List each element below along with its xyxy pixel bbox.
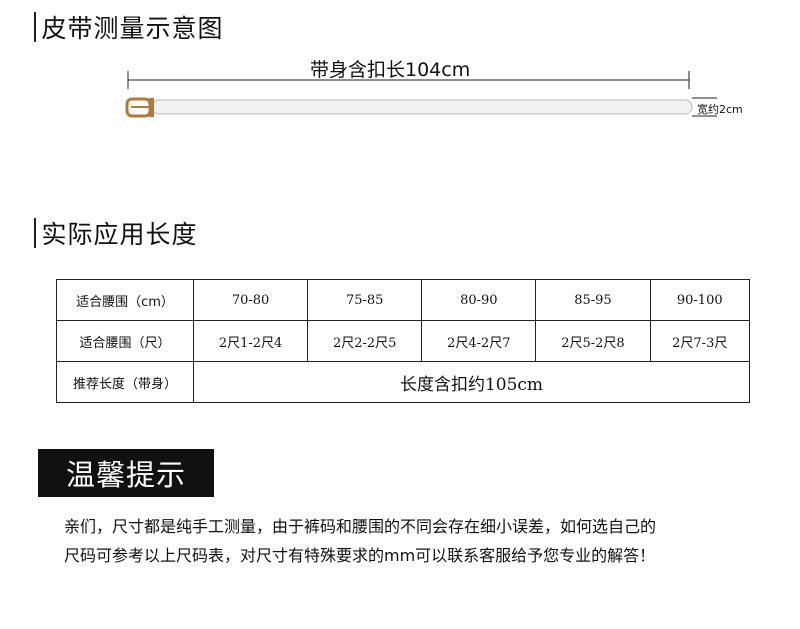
header-accent-bar xyxy=(34,218,36,248)
table-cell: 2尺7-3尺 xyxy=(649,320,750,362)
section-belt-diagram-header: 皮带测量示意图 xyxy=(34,9,224,45)
table-cell: 90-100 xyxy=(649,279,750,321)
table-cell: 70-80 xyxy=(192,279,309,321)
belt-length-label: 带身含扣长104cm xyxy=(310,59,471,81)
table-cell: 2尺4-2尺7 xyxy=(421,320,537,362)
row-header: 推荐长度（带身） xyxy=(56,361,194,403)
table-cell: 75-85 xyxy=(307,279,423,321)
belt-buckle-icon xyxy=(125,97,154,118)
tips-line: 亲们，尺寸都是纯手工测量，由于裤码和腰围的不同会存在细小误差，如何选自己的 xyxy=(64,517,657,536)
table-cell: 2尺2-2尺5 xyxy=(307,320,423,362)
belt-width-label: 宽约2cm xyxy=(697,103,743,116)
size-table: 适合腰围（cm） 70-80 75-85 80-90 85-95 90-100 … xyxy=(56,279,750,403)
row-header: 适合腰围（cm） xyxy=(56,279,194,321)
row-header: 适合腰围（尺） xyxy=(56,320,194,362)
tips-title-box: 温馨提示 xyxy=(38,449,214,497)
section-title: 实际应用长度 xyxy=(41,220,198,249)
table-cell: 85-95 xyxy=(535,279,651,321)
section-length-header: 实际应用长度 xyxy=(34,215,198,251)
tips-title: 温馨提示 xyxy=(65,458,186,492)
header-accent-bar xyxy=(34,12,36,42)
section-title: 皮带测量示意图 xyxy=(41,14,224,43)
tips-text: 亲们，尺寸都是纯手工测量，由于裤码和腰围的不同会存在细小误差，如何选自己的 尺码… xyxy=(64,512,764,570)
table-cell: 2尺5-2尺8 xyxy=(535,320,651,362)
belt-measure-diagram: 带身含扣长104cm 宽约2cm xyxy=(125,55,765,125)
table-row: 适合腰围（cm） 70-80 75-85 80-90 85-95 90-100 xyxy=(56,279,750,321)
table-row: 推荐长度（带身） 长度含扣约105cm xyxy=(56,361,750,403)
tips-line: 尺码可参考以上尺码表，对尺寸有特殊要求的mm可以联系客服给予您专业的解答！ xyxy=(64,546,656,565)
recommended-length-cell: 长度含扣约105cm xyxy=(193,361,750,403)
table-cell: 80-90 xyxy=(421,279,537,321)
table-row: 适合腰围（尺） 2尺1-2尺4 2尺2-2尺5 2尺4-2尺7 2尺5-2尺8 … xyxy=(56,320,750,362)
table-cell: 2尺1-2尺4 xyxy=(192,320,309,362)
belt-strap xyxy=(151,99,693,115)
